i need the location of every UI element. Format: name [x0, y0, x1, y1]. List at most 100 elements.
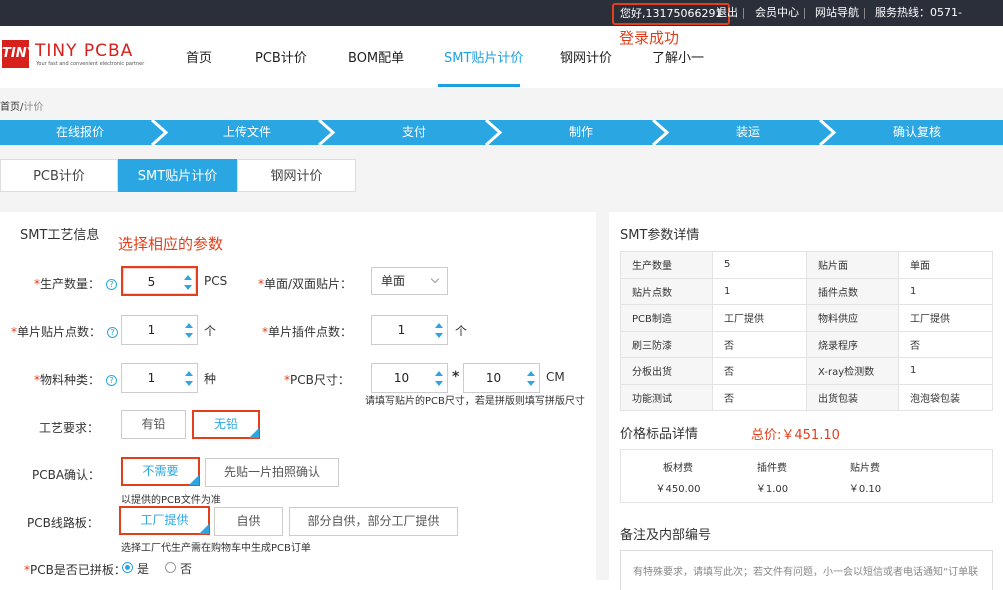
breadcrumb: 首页/计价: [0, 98, 43, 113]
param-key: 贴片点数: [620, 277, 713, 305]
radio-panelized-yes[interactable]: [122, 562, 133, 573]
site-nav-link[interactable]: 网站导航: [815, 0, 859, 26]
param-key: 分板出货: [620, 357, 713, 385]
logo-tagline: Your fast and convenient electronic part…: [36, 61, 145, 67]
details-title: SMT参数详情: [620, 228, 700, 243]
nav-bom[interactable]: BOM配单: [348, 47, 404, 66]
param-value: 否: [712, 383, 807, 411]
user-greeting[interactable]: 您好,13175066291: [612, 3, 731, 25]
top-bar: 您好,13175066291 退出 会员中心 网站导航 服务热线：0571-88…: [0, 0, 1003, 45]
step-make: 制作: [568, 125, 593, 139]
nav-smt-quote[interactable]: SMT贴片计价: [444, 47, 523, 66]
pcb-option-factory[interactable]: 工厂提供: [119, 506, 210, 535]
tab-stencil[interactable]: 钢网计价: [237, 159, 356, 192]
dip-points-stepper[interactable]: 1: [371, 315, 448, 345]
pcba-option-none[interactable]: 不需要: [121, 457, 200, 486]
param-value: 5: [712, 251, 807, 279]
process-option-leadfree[interactable]: 无铅: [192, 410, 260, 439]
progress-steps: 在线报价 上传文件 支付 制作 装运 确认复核: [0, 120, 1003, 145]
param-value: 否: [712, 357, 807, 385]
pcb-width-stepper[interactable]: 10: [371, 363, 448, 393]
logout-link[interactable]: 退出: [716, 0, 738, 26]
price-header: 贴片费: [850, 463, 880, 474]
param-value: 否: [712, 330, 807, 358]
price-value: ￥450.00: [655, 484, 701, 495]
side-label: *单面/双面贴片：: [258, 277, 353, 291]
material-types-stepper[interactable]: 1: [121, 363, 198, 393]
details-panel: SMT参数详情 生产数量 5 贴片面 单面 贴片点数 1 插件点数 1 PCB制造 工厂提供 物料供…: [609, 212, 1003, 590]
params-row: PCB制造 工厂提供 物料供应 工厂提供: [620, 304, 993, 332]
check-corner-icon: [189, 475, 199, 485]
param-key: X-ray检测数: [806, 357, 899, 385]
param-value: 工厂提供: [712, 304, 807, 332]
nav-pcb-quote[interactable]: PCB计价: [255, 47, 307, 66]
params-row: 生产数量 5 贴片面 单面: [620, 251, 993, 279]
decrement-icon: [435, 381, 443, 386]
logo[interactable]: TINY TINY PCBA Your fast and convenient …: [2, 40, 145, 70]
smd-points-stepper[interactable]: 1: [121, 315, 198, 345]
tab-smt[interactable]: SMT贴片计价: [118, 159, 237, 192]
help-icon[interactable]: ?: [106, 375, 118, 386]
pcb-height-stepper[interactable]: 10: [463, 363, 540, 393]
smd-points-unit: 个: [204, 324, 217, 338]
decrement-icon: [185, 381, 193, 386]
member-center-link[interactable]: 会员中心: [755, 0, 799, 26]
pcba-option-photo[interactable]: 先贴一片拍照确认: [205, 458, 339, 487]
pcb-size-hint: 请填写贴片的PCB尺寸，若是拼版则填写拼版尺寸: [365, 396, 585, 407]
login-success-annotation: 登录成功: [619, 29, 680, 47]
quantity-stepper[interactable]: 5: [121, 266, 198, 296]
decrement-icon: [185, 333, 193, 338]
nav-home[interactable]: 首页: [186, 47, 212, 66]
process-label: 工艺要求：: [39, 421, 100, 435]
divider: [864, 8, 865, 19]
params-table: 生产数量 5 贴片面 单面 贴片点数 1 插件点数 1 PCB制造 工厂提供 物料供应 工厂提供 刷三防…: [620, 251, 993, 411]
breadcrumb-current: 计价: [23, 102, 44, 113]
logo-mark: TINY: [2, 40, 36, 68]
params-row: 刷三防漆否烧录程序否: [620, 330, 993, 358]
tab-pcb[interactable]: PCB计价: [0, 159, 118, 192]
smd-points-label: *单片贴片点数：?: [11, 323, 119, 340]
step-ship: 装运: [735, 125, 760, 139]
price-breakdown: 板材费 插件费 贴片费 ￥450.00 ￥1.00 ￥0.10: [620, 449, 993, 503]
param-key: 烧录程序: [806, 330, 899, 358]
param-key: 插件点数: [806, 277, 899, 305]
increment-icon: [185, 323, 193, 328]
params-row: 贴片点数 1 插件点数 1: [620, 277, 993, 305]
help-icon[interactable]: ?: [106, 279, 118, 290]
increment-icon: [185, 371, 193, 376]
pcb-board-label: PCB线路板：: [27, 516, 99, 530]
nav-stencil-quote[interactable]: 钢网计价: [560, 47, 612, 66]
notes-title: 备注及内部编号: [620, 528, 712, 543]
radio-label-yes: 是: [137, 562, 150, 576]
process-option-leaded[interactable]: 有铅: [121, 410, 186, 439]
material-types-label: *物料种类：?: [34, 371, 118, 388]
notes-textarea[interactable]: 有特殊要求，请填写此次；若文件有问题，小一会以短信或者电话通知“订单联: [620, 550, 993, 590]
radio-panelized-no[interactable]: [165, 562, 176, 573]
side-select[interactable]: 单面: [371, 267, 448, 295]
params-row: 功能测试否出货包装 泡泡袋包装: [620, 383, 993, 411]
pcba-confirm-label: PCBA确认：: [32, 468, 101, 482]
param-key: 物料供应: [806, 304, 899, 332]
dip-points-label: *单片插件点数：: [262, 325, 353, 339]
panelized-label: *PCB是否已拼板：: [24, 563, 126, 577]
times-sign: *: [452, 369, 460, 385]
pcb-size-unit: CM: [546, 370, 565, 384]
total-price: 总价:￥451.10: [751, 428, 840, 443]
quantity-label: *生产数量：?: [34, 275, 118, 292]
param-key: PCB制造: [620, 304, 713, 332]
increment-icon: [184, 275, 192, 280]
step-quote: 在线报价: [55, 125, 104, 139]
decrement-icon: [435, 333, 443, 338]
step-upload: 上传文件: [222, 125, 271, 139]
decrement-icon: [184, 285, 192, 290]
price-header: 插件费: [757, 463, 787, 474]
material-types-unit: 种: [204, 372, 217, 386]
pcb-size-label: *PCB尺寸：: [284, 373, 350, 387]
pcb-option-partial[interactable]: 部分自供，部分工厂提供: [289, 507, 458, 536]
help-icon[interactable]: ?: [107, 327, 119, 338]
breadcrumb-home[interactable]: 首页: [0, 102, 20, 113]
nav-about[interactable]: 了解小一: [652, 47, 704, 66]
pcb-option-self[interactable]: 自供: [214, 507, 283, 536]
param-key: 功能测试: [620, 383, 713, 411]
step-confirm: 确认复核: [892, 125, 941, 139]
